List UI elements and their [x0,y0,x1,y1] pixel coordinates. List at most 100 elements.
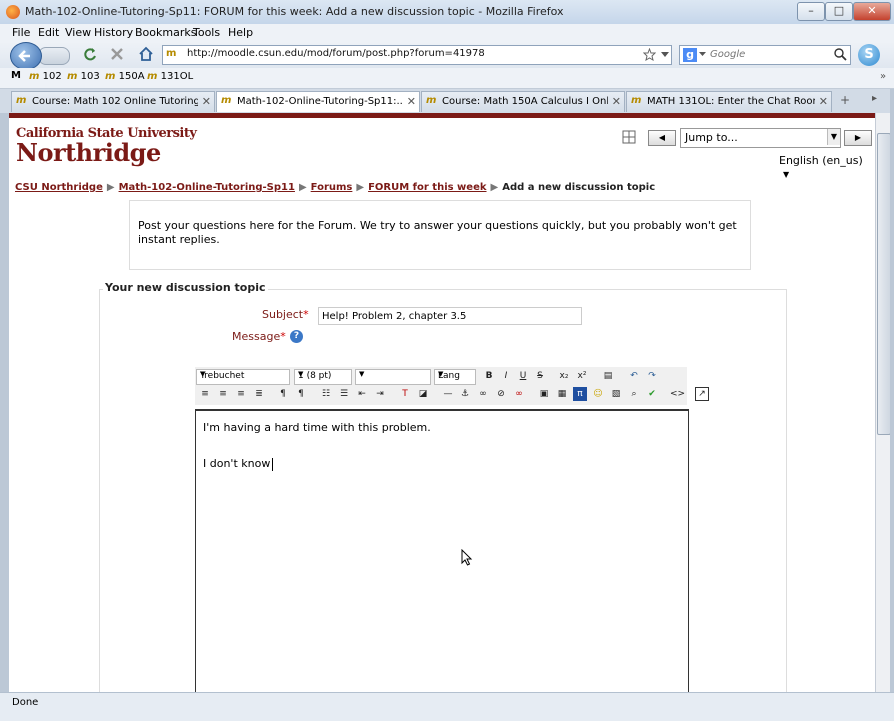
clean-word-icon[interactable]: ▤ [601,369,615,383]
page-scrollbar[interactable] [875,113,891,692]
home-icon[interactable] [137,45,155,63]
menu-view[interactable]: View [65,26,91,39]
new-tab-icon[interactable]: + [835,93,855,109]
align-left-icon[interactable]: ≡ [198,387,212,401]
help-icon[interactable]: ? [290,330,303,343]
search-engine-dropdown-icon[interactable] [699,52,706,57]
bookmark-103[interactable]: m 103 [67,71,100,82]
math-editor-icon[interactable]: π [573,387,587,401]
language-select[interactable]: English (en_us) ▼ [779,154,875,180]
skype-icon[interactable]: S [858,44,880,66]
font-select[interactable]: Trebuchet ▼ [196,369,290,385]
tab-close-icon[interactable]: ✕ [819,95,828,108]
size-select[interactable]: 1 (8 pt) ▼ [294,369,352,385]
editor-line-2-text: I don't know [203,457,271,470]
justify-icon[interactable]: ≣ [252,387,266,401]
anchor-icon[interactable]: ⚓ [458,387,472,401]
undo-icon[interactable]: ↶ [627,369,641,383]
italic-icon[interactable]: I [499,369,513,383]
menu-tools[interactable]: Tools [193,26,220,39]
special-char-icon[interactable]: ▧ [609,387,623,401]
maximize-button[interactable]: □ [825,2,853,21]
bookmark-star-icon[interactable] [643,48,656,61]
ltr-icon[interactable]: ¶ [276,387,290,401]
strikethrough-icon[interactable]: S [533,369,547,383]
url-text[interactable]: http://moodle.csun.edu/mod/forum/post.ph… [187,48,485,59]
previous-activity-button[interactable]: ◀ [648,130,676,146]
tab-close-icon[interactable]: ✕ [612,95,621,108]
horizontal-rule-icon[interactable]: — [441,387,455,401]
menu-history[interactable]: History [94,26,133,39]
heading-select[interactable]: ▼ [355,369,431,385]
tab-list-icon[interactable]: ▸ [872,93,884,109]
tab-math150a-course[interactable]: m Course: Math 150A Calculus I Onlin... … [421,91,625,112]
url-dropdown-icon[interactable] [661,52,669,58]
tab-math102-course[interactable]: m Course: Math 102 Online Tutoring S... … [11,91,215,112]
search-icon[interactable] [834,48,847,61]
minimize-button[interactable]: – [797,2,825,21]
search-input[interactable] [710,47,828,61]
breadcrumb-csu-northridge[interactable]: CSU Northridge [15,182,103,193]
bookmark-label: 103 [80,71,100,82]
grid-icon[interactable] [622,130,636,144]
bookmark-150a[interactable]: m 150A [105,71,145,82]
align-right-icon[interactable]: ≡ [234,387,248,401]
html-source-icon[interactable]: <> [670,387,685,401]
subscript-icon[interactable]: x₂ [557,369,571,383]
text-color-icon[interactable]: T [398,387,412,401]
stop-icon[interactable] [110,47,124,61]
insert-image-icon[interactable]: ▣ [537,387,551,401]
menu-bookmarks[interactable]: Bookmarks [135,26,196,39]
tab-close-icon[interactable]: ✕ [407,95,416,108]
more-bookmarks-icon[interactable]: » [880,71,886,82]
insert-table-icon[interactable]: ▦ [555,387,569,401]
indent-icon[interactable]: ⇥ [373,387,387,401]
bookmark-131ol[interactable]: m 131OL [147,71,193,82]
underline-icon[interactable]: U [516,369,530,383]
breadcrumb-forums[interactable]: Forums [311,182,353,193]
message-editor[interactable]: I'm having a hard time with this problem… [195,409,689,692]
editor-line-1: I'm having a hard time with this problem… [203,421,431,434]
next-activity-button[interactable]: ▶ [844,130,872,146]
outdent-icon[interactable]: ⇤ [355,387,369,401]
menu-edit[interactable]: Edit [38,26,59,39]
gmail-icon[interactable]: M [11,70,21,81]
breadcrumb-forum[interactable]: FORUM for this week [368,182,486,193]
breadcrumb-separator-icon: ▶ [298,182,307,193]
forward-button[interactable] [38,47,70,65]
smiley-icon[interactable]: ☺ [591,387,605,401]
breadcrumb-course[interactable]: Math-102-Online-Tutoring-Sp11 [119,182,295,193]
tab-close-icon[interactable]: ✕ [202,95,211,108]
fullscreen-icon[interactable]: ↗ [695,387,709,401]
tab-math131ol-chat[interactable]: m MATH 131OL: Enter the Chat Room ✕ [626,91,832,112]
jump-to-select[interactable]: Jump to... ▼ [680,128,841,148]
lang-select[interactable]: Lang ▼ [434,369,476,385]
menu-help[interactable]: Help [228,26,253,39]
bookmark-102[interactable]: m 102 [29,71,62,82]
bold-icon[interactable]: B [482,369,496,383]
moodle-icon: m [221,95,232,106]
background-color-icon[interactable]: ◪ [416,387,430,401]
redo-icon[interactable]: ↷ [645,369,659,383]
ordered-list-icon[interactable]: ☷ [319,387,333,401]
rtl-icon[interactable]: ¶ [294,387,308,401]
close-window-button[interactable]: ✕ [853,2,891,21]
address-bar[interactable]: m http://moodle.csun.edu/mod/forum/post.… [162,45,672,65]
logo-northridge[interactable]: Northridge [16,138,161,167]
nolink-icon[interactable]: ∞ [512,387,526,401]
search-bar[interactable]: g [679,45,851,65]
menu-file[interactable]: File [12,26,30,39]
reload-icon[interactable] [82,46,98,62]
tab-math102-forum[interactable]: m Math-102-Online-Tutoring-Sp11:... ✕ [216,91,420,112]
search-replace-icon[interactable]: ⌕ [627,387,641,401]
link-icon[interactable]: ∞ [476,387,490,401]
subject-input[interactable] [318,307,582,325]
scrollbar-thumb[interactable] [877,133,891,435]
align-center-icon[interactable]: ≡ [216,387,230,401]
superscript-icon[interactable]: x² [575,369,589,383]
unlink-icon[interactable]: ⊘ [494,387,508,401]
moodle-icon: m [16,95,27,106]
unordered-list-icon[interactable]: ☰ [337,387,351,401]
back-button[interactable] [10,42,42,70]
spellcheck-icon[interactable]: ✔ [645,387,659,401]
